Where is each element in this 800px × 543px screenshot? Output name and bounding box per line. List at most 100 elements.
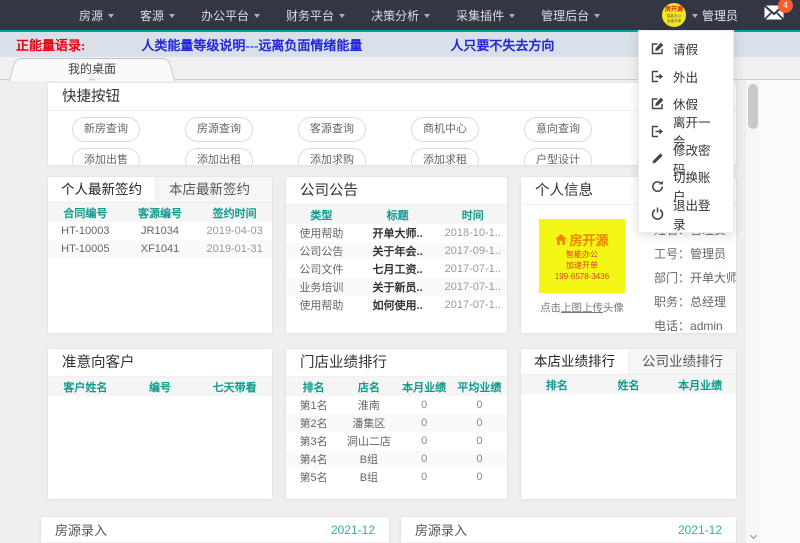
column-header: 平均业绩 [452,377,507,396]
menu-item-collector[interactable]: 采集插件 [443,0,528,30]
tab-my-desktop[interactable]: 我的桌面 [6,58,178,81]
month-performance: 0 [397,414,452,432]
menu-label: 房源 [79,7,103,24]
store-name: 淮南 [341,396,396,414]
table-row[interactable]: 使用帮助 如何使用.. 2017-07-1.. [286,296,507,314]
panel-title: 准意向客户 [48,349,272,377]
table-row[interactable]: 第3名 洞山二店 0 0 [286,432,507,450]
menu-item-analytics[interactable]: 决策分析 [358,0,443,30]
customer-id: JR1034 [123,222,198,240]
table-row[interactable]: 使用帮助 开单大师.. 2018-10-1.. [286,224,507,242]
floorplan-design-button[interactable]: 户型设计 [524,148,592,166]
menu-item-customers[interactable]: 客源 [127,0,188,30]
menu-item-label: 退出登录 [673,195,721,233]
logo-phone: 199-6578-3436 [555,271,609,282]
column-header: 类型 [286,205,357,224]
top-navbar: 房源 客源 办公平台 财务平台 决策分析 采集插件 管理后台 房开源 智能办公 … [0,0,800,30]
table-row[interactable]: 第5名 B组 0 0 [286,468,507,486]
month-performance: 0 [397,396,452,414]
tab-personal-contracts[interactable]: 个人最新签约 [48,177,156,202]
menu-item-office[interactable]: 办公平台 [188,0,273,30]
profile-field-department: 部门：开单大师 [654,269,737,286]
add-buy-request-button[interactable]: 添加求购 [298,148,366,166]
column-header: 编号 [123,377,198,396]
column-header: 本月业绩 [664,375,736,394]
rank: 第5名 [286,468,341,486]
announcement-title: 关于年会.. [357,242,439,260]
table-row[interactable]: 第2名 潘集区 0 0 [286,414,507,432]
opportunity-center-button[interactable]: 商机中心 [411,117,479,142]
table-row[interactable]: HT-10003 JR1034 2019-04-03 [48,222,272,240]
announcements-panel: 公司公告 类型 标题 时间 使用帮助 开单大师.. 2018-10-1.. 公司… [285,176,508,334]
logo-slogan: 加速开单 [566,260,598,271]
table-row[interactable]: 公司公告 关于年会.. 2017-09-1.. [286,242,507,260]
menu-label: 采集插件 [456,7,504,24]
announcement-date: 2017-07-1.. [438,296,507,314]
menu-item-logout[interactable]: 退出登录 [639,200,733,228]
menu-item-admin[interactable]: 管理后台 [528,0,613,30]
house-entry-panel-right: 房源录入 2021-12 [400,516,737,543]
menu-label: 办公平台 [201,7,249,24]
table-row[interactable]: 第1名 淮南 0 0 [286,396,507,414]
rank: 第4名 [286,450,341,468]
add-rent-request-button[interactable]: 添加求租 [411,148,479,166]
tab-store-performance[interactable]: 本店业绩排行 [521,349,629,374]
rank: 第1名 [286,396,341,414]
house-query-button[interactable]: 房源查询 [185,117,253,142]
quote-text-2: 人只要不失去方向 [450,35,554,54]
menu-item-leave-request[interactable]: 请假 [639,35,733,63]
staff-rank-tabs: 本店业绩排行 公司业绩排行 [521,349,736,375]
announcement-type: 使用帮助 [286,296,357,314]
intention-query-button[interactable]: 意向查询 [524,117,592,142]
store-rank-panel: 门店业绩排行 排名 店名 本月业绩 平均业绩 第1名 淮南 0 0 [285,348,508,500]
message-count-badge: 4 [778,0,793,13]
period-selector[interactable]: 2021-12 [678,523,722,537]
staff-rank-table: 排名 姓名 本月业绩 [521,375,736,394]
table-header-row: 合同编号 客源编号 签约时间 [48,203,272,222]
announcement-title: 如何使用.. [357,296,439,314]
pencil-icon [651,152,664,165]
entry-head: 房源录入 2021-12 [41,517,389,543]
announcement-type: 公司文件 [286,260,357,278]
scroll-down-arrow[interactable] [746,529,760,541]
chevron-down-icon [749,531,756,538]
tab-company-performance[interactable]: 公司业绩排行 [629,349,736,374]
column-header: 时间 [438,205,507,224]
menu-item-go-out[interactable]: 外出 [639,63,733,91]
column-header: 客源编号 [123,203,198,222]
prospects-panel: 准意向客户 客户姓名 编号 七天带看 [47,348,273,500]
table-row[interactable]: 第4名 B组 0 0 [286,450,507,468]
avatar[interactable]: 房开源 智能办公 加速开单 [662,3,686,27]
table-header-row: 客户姓名 编号 七天带看 [48,377,272,396]
column-header: 客户姓名 [48,377,123,396]
store-name: B组 [341,468,396,486]
menu-item-housing[interactable]: 房源 [66,0,127,30]
profile-avatar-image[interactable]: 房开源 智能办公 加速开单 199-6578-3436 [539,219,625,293]
column-header: 本月业绩 [397,377,452,396]
user-menu-toggle[interactable]: 管理员 [692,7,738,24]
table-row[interactable]: 业务培训 关于新员.. 2017-07-1.. [286,278,507,296]
period-selector[interactable]: 2021-12 [331,523,375,537]
upload-avatar-hint[interactable]: 点击上图上传头像 [532,300,632,315]
new-house-query-button[interactable]: 新房查询 [72,117,140,142]
contract-id: HT-10005 [48,240,123,258]
messages-button[interactable]: 4 [764,5,784,25]
prospects-table: 客户姓名 编号 七天带看 [48,377,272,396]
add-rent-button[interactable]: 添加出租 [185,148,253,166]
logo-brand-text: 房开源 [569,230,608,249]
scrollbar-thumb[interactable] [748,84,758,129]
avg-performance: 0 [452,468,507,486]
vertical-scrollbar[interactable] [745,80,760,543]
column-header: 排名 [286,377,341,396]
tab-store-contracts[interactable]: 本店最新签约 [156,177,263,202]
quick-buttons-row: 添加出售 添加出租 添加求购 添加求租 户型设计 [72,148,592,166]
menu-item-finance[interactable]: 财务平台 [273,0,358,30]
customer-query-button[interactable]: 客源查询 [298,117,366,142]
chevron-down-icon [339,14,345,21]
column-header: 合同编号 [48,203,123,222]
add-sale-button[interactable]: 添加出售 [72,148,140,166]
chevron-down-icon [169,14,175,21]
menu-label: 管理后台 [541,7,589,24]
table-row[interactable]: HT-10005 XF1041 2019-01-31 [48,240,272,258]
table-row[interactable]: 公司文件 七月工资.. 2017-07-1.. [286,260,507,278]
